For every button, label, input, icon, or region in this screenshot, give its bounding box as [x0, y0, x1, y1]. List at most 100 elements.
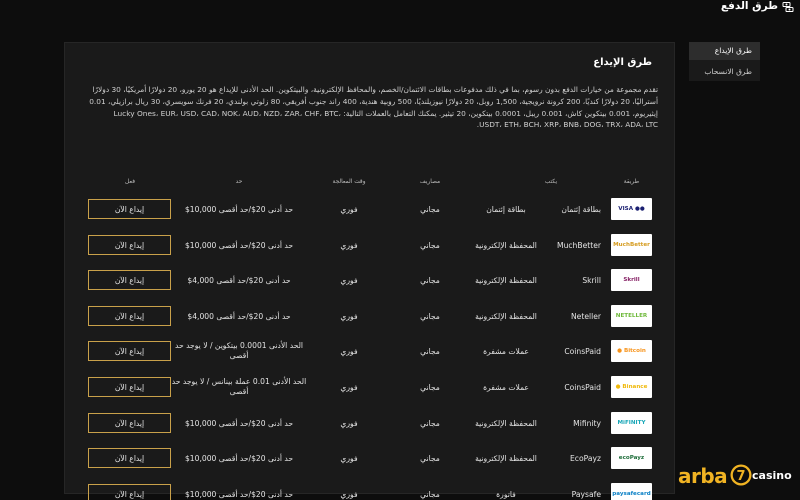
- payment-logo-text: ● Bitcoin: [617, 348, 646, 354]
- method-fee: مجاني: [420, 276, 440, 285]
- payment-logo-text: ● Binance: [615, 384, 648, 390]
- method-name: Mifinity: [573, 419, 601, 428]
- method-name: بطاقة إئتمان: [561, 205, 601, 214]
- deposit-now-button[interactable]: إيداع الآن: [88, 484, 171, 500]
- payment-logo-text: Skrill: [623, 277, 640, 283]
- method-type: المحفظة الإلكترونية: [475, 276, 537, 285]
- deposit-limit: الحد الأدنى 0.0001 بيتكوين / لا يوجد حد …: [174, 341, 304, 360]
- method-fee: مجاني: [420, 347, 440, 356]
- deposit-limit: حد أدنى 20$/حد أقصى 10,000$: [184, 490, 294, 499]
- processing-time: فوري: [340, 241, 358, 250]
- method-type: فاتورة: [496, 490, 516, 499]
- method-type: عملات مشفرة: [483, 347, 529, 356]
- payment-logo: paysafecard: [611, 483, 652, 500]
- deposit-now-button[interactable]: إيداع الآن: [88, 199, 171, 219]
- method-fee: مجاني: [420, 241, 440, 250]
- payment-logo: NETELLER: [611, 305, 652, 327]
- payment-logo: ● Bitcoin: [611, 340, 652, 362]
- processing-time: فوري: [340, 490, 358, 499]
- method-name: CoinsPaid: [564, 347, 601, 356]
- payment-logo-text: paysafecard: [612, 491, 651, 497]
- method-type: المحفظة الإلكترونية: [475, 454, 537, 463]
- table-row: MiFINITY Mifinity المحفظة الإلكترونية مجاني…: [65, 411, 676, 437]
- processing-time: فوري: [340, 276, 358, 285]
- method-name: EcoPayz: [570, 454, 601, 463]
- deposit-now-button[interactable]: إيداع الآن: [88, 235, 171, 255]
- processing-time: فوري: [340, 205, 358, 214]
- side-item-deposit-methods[interactable]: طرق الإيداع: [689, 42, 760, 60]
- method-type: المحفظة الإلكترونية: [475, 312, 537, 321]
- page-title: طرق الدفع: [720, 0, 778, 12]
- deposit-now-button[interactable]: إيداع الآن: [88, 270, 171, 290]
- th-limit: حد: [235, 179, 243, 185]
- payment-logo-text: ecoPayz: [618, 455, 645, 461]
- processing-time: فوري: [340, 312, 358, 321]
- money-exchange-icon: [782, 2, 794, 12]
- deposit-now-button[interactable]: إيداع الآن: [88, 306, 171, 326]
- payment-side-menu: طرق الإيداع طرق الانسحاب: [689, 42, 760, 81]
- deposit-limit: الحد الأدنى 0.01 عملة بينانس / لا يوجد ح…: [171, 377, 307, 396]
- deposit-limit: حد أدنى 20$/حد أقصى 4,000$: [187, 312, 291, 321]
- side-item-withdrawal-methods[interactable]: طرق الانسحاب: [689, 63, 760, 81]
- table-row: ecoPayz EcoPayz المحفظة الإلكترونية مجاني فو…: [65, 446, 676, 472]
- deposit-methods-panel: طرق الإيداع تقدم مجموعة من خيارات الدفع …: [64, 42, 676, 500]
- lucky-seven-icon: 7: [730, 464, 752, 486]
- method-fee: مجاني: [420, 205, 440, 214]
- brand-arba-text: arba: [678, 464, 728, 488]
- brand-casino-text: casino: [752, 469, 792, 482]
- method-type: بطاقة إئتمان: [486, 205, 526, 214]
- deposit-limit: حد أدنى 20$/حد أقصى 10,000$: [184, 205, 294, 214]
- deposit-now-button[interactable]: إيداع الآن: [88, 448, 171, 468]
- processing-time: فوري: [340, 383, 358, 392]
- method-name: MuchBetter: [557, 241, 601, 250]
- payment-logo-text: VISA ●●: [618, 206, 645, 212]
- th-processing-time: وقت المعالجة: [332, 179, 366, 185]
- method-type: عملات مشفرة: [483, 383, 529, 392]
- table-row: MuchBetter MuchBetter المحفظة الإلكترونية م…: [65, 233, 676, 259]
- deposit-now-button[interactable]: إيداع الآن: [88, 413, 171, 433]
- th-fee: مصاريف: [419, 179, 441, 185]
- method-name: Paysafe: [571, 490, 601, 499]
- top-header: طرق الدفع: [0, 0, 800, 22]
- table-row: VISA ●● بطاقة إئتمان بطاقة إئتمان مجاني فوري…: [65, 197, 676, 223]
- payment-logo: MiFINITY: [611, 412, 652, 434]
- method-fee: مجاني: [420, 312, 440, 321]
- deposit-limit: حد أدنى 20$/حد أقصى 4,000$: [187, 276, 291, 285]
- table-row: ● Bitcoin CoinsPaid عملات مشفرة مجاني فوري ال…: [65, 339, 676, 365]
- processing-time: فوري: [340, 347, 358, 356]
- table-row: ● Binance CoinsPaid عملات مشفرة مجاني فوري ال…: [65, 375, 676, 401]
- payment-logo: ecoPayz: [611, 447, 652, 469]
- brand-seven-text: 7: [736, 469, 745, 484]
- th-action: فعل: [125, 179, 135, 185]
- th-method: طريقة: [623, 179, 640, 185]
- table-row: Skrill Skrill المحفظة الإلكترونية مجاني فوري…: [65, 268, 676, 294]
- deposit-limit: حد أدنى 20$/حد أقصى 10,000$: [184, 454, 294, 463]
- method-fee: مجاني: [420, 419, 440, 428]
- payment-logo: ● Binance: [611, 376, 652, 398]
- method-type: المحفظة الإلكترونية: [475, 419, 537, 428]
- panel-title: طرق الإيداع: [593, 57, 652, 68]
- payment-logo: Skrill: [611, 269, 652, 291]
- deposit-now-button[interactable]: إيداع الآن: [88, 377, 171, 397]
- panel-description: تقدم مجموعة من خيارات الدفع بدون رسوم، ب…: [89, 85, 658, 130]
- table-row: paysafecard Paysafe فاتورة مجاني فوري حد أدنى…: [65, 482, 676, 500]
- payment-logo-text: MuchBetter: [613, 242, 650, 248]
- table-header: طريقة يكتب مصاريف وقت المعالجة حد فعل: [65, 179, 676, 191]
- deposit-limit: حد أدنى 20$/حد أقصى 10,000$: [184, 241, 294, 250]
- payment-logo: VISA ●●: [611, 198, 652, 220]
- method-name: CoinsPaid: [564, 383, 601, 392]
- processing-time: فوري: [340, 419, 358, 428]
- processing-time: فوري: [340, 454, 358, 463]
- payment-logo-text: NETELLER: [615, 313, 648, 319]
- method-fee: مجاني: [420, 383, 440, 392]
- method-fee: مجاني: [420, 490, 440, 499]
- brand-logo: arba 7 casino: [678, 463, 794, 489]
- deposit-now-button[interactable]: إيداع الآن: [88, 341, 171, 361]
- th-type: يكتب: [544, 179, 558, 185]
- deposit-limit: حد أدنى 20$/حد أقصى 10,000$: [184, 419, 294, 428]
- payment-logo: MuchBetter: [611, 234, 652, 256]
- method-name: Skrill: [582, 276, 601, 285]
- method-fee: مجاني: [420, 454, 440, 463]
- payment-logo-text: MiFINITY: [617, 420, 646, 426]
- table-row: NETELLER Neteller المحفظة الإلكترونية مجاني…: [65, 304, 676, 330]
